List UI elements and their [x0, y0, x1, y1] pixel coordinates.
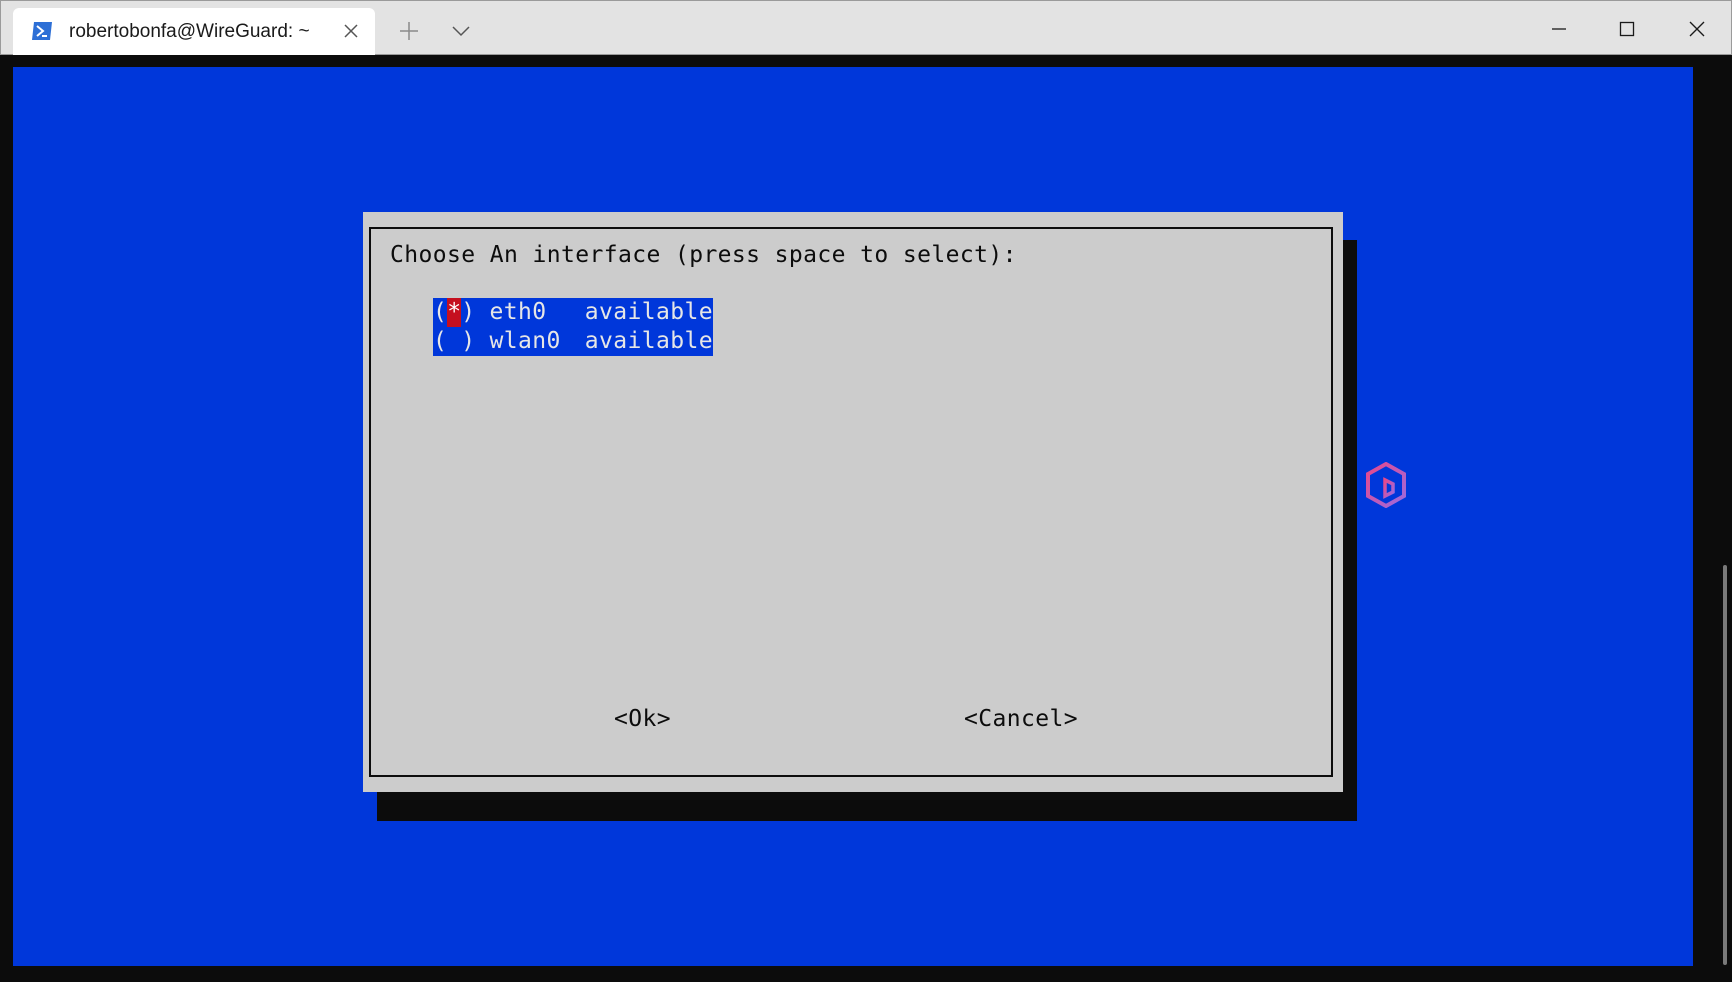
- interface-status: available: [584, 328, 713, 354]
- tab-terminal[interactable]: robertobonfa@WireGuard: ~: [13, 8, 375, 56]
- ok-button[interactable]: <Ok>: [614, 706, 671, 732]
- radio-button[interactable]: (*): [433, 298, 476, 327]
- radio-close: ): [461, 299, 476, 325]
- chevron-down-icon[interactable]: [449, 21, 473, 41]
- window-close-icon[interactable]: [1683, 15, 1711, 43]
- terminal-icon: [32, 22, 52, 40]
- maximize-icon[interactable]: [1613, 15, 1641, 43]
- close-icon[interactable]: [341, 21, 361, 41]
- radio-button[interactable]: ( ): [433, 327, 476, 356]
- minimize-icon[interactable]: [1545, 15, 1573, 43]
- option-wlan0[interactable]: ( ) wlan0 available: [433, 327, 713, 356]
- watermark-logo: [1366, 462, 1406, 508]
- option-eth0[interactable]: (*) eth0 available: [433, 298, 713, 327]
- scrollbar-thumb[interactable]: [1723, 565, 1727, 965]
- radio-open: (: [433, 299, 448, 325]
- radio-close: ): [461, 328, 476, 354]
- interface-dialog: Choose An interface (press space to sele…: [363, 212, 1343, 792]
- tab-title: robertobonfa@WireGuard: ~: [69, 21, 310, 42]
- interface-list: (*) eth0 available ( ) wlan0 available: [433, 298, 713, 356]
- plus-icon[interactable]: [397, 19, 421, 43]
- interface-name: wlan0: [489, 328, 561, 354]
- cancel-button[interactable]: <Cancel>: [964, 706, 1078, 732]
- interface-status: available: [584, 299, 713, 325]
- title-bar: robertobonfa@WireGuard: ~: [0, 0, 1732, 56]
- dialog-prompt: Choose An interface (press space to sele…: [390, 242, 1017, 268]
- radio-open: (: [433, 328, 448, 354]
- interface-name: eth0: [489, 299, 547, 325]
- radio-mark: [447, 327, 461, 356]
- radio-mark: *: [447, 298, 462, 327]
- scrollbar-track[interactable]: [1700, 55, 1732, 982]
